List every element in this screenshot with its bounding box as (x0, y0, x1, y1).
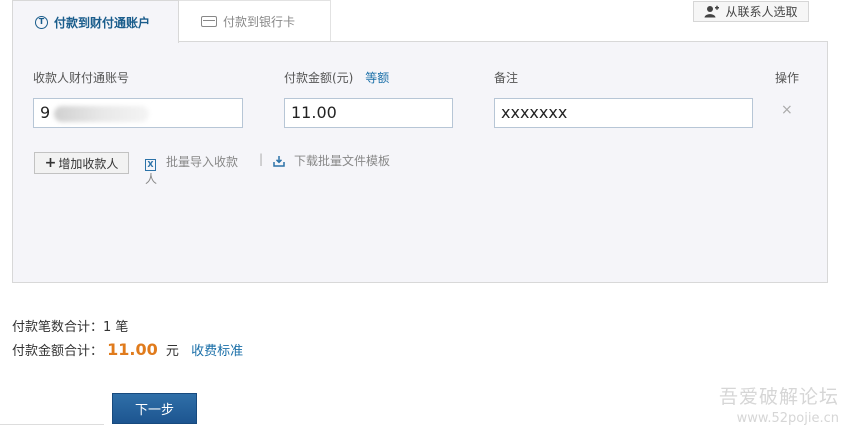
divider (0, 424, 104, 425)
total-unit: 元 (165, 344, 179, 359)
payment-total-summary: 付款金额合计： 11.00 元 收费标准 (12, 340, 243, 359)
tenpay-icon: T (35, 15, 48, 29)
count-value: 1 笔 (103, 320, 129, 335)
add-payee-button[interactable]: + 增加收款人 (34, 152, 129, 174)
bank-card-icon (201, 15, 217, 27)
excel-icon: X (145, 159, 156, 171)
select-from-contacts-label: 从联系人选取 (725, 5, 798, 19)
watermark-url: www.52pojie.cn (736, 411, 839, 426)
column-action-label: 操作 (775, 71, 800, 85)
plus-icon: + (44, 155, 57, 171)
watermark-title: 吾爱破解论坛 (718, 386, 839, 408)
equal-amount-link[interactable]: 等额 (365, 71, 389, 85)
count-label: 付款笔数合计： (12, 320, 104, 335)
column-account-label: 收款人财付通账号 (33, 71, 130, 85)
download-template-label: 下载批量文件模板 (294, 154, 391, 168)
add-payee-label: 增加收款人 (58, 156, 119, 171)
payment-tabs: T 付款到财付通账户 付款到银行卡 从联系人选取 (12, 0, 828, 43)
column-amount-label: 付款金额(元) 等额 (284, 69, 389, 86)
download-template-link[interactable]: 下载批量文件模板 (273, 152, 390, 169)
batch-import-link[interactable]: X 批量导入收款人 (145, 154, 245, 187)
amount-label-text: 付款金额(元) (284, 71, 354, 85)
tab-bank-card[interactable]: 付款到银行卡 (179, 0, 331, 41)
separator: | (259, 152, 264, 166)
account-redacted (54, 105, 150, 122)
tab-bank-card-label: 付款到银行卡 (223, 14, 296, 29)
total-amount: 11.00 (107, 340, 158, 359)
select-from-contacts-button[interactable]: 从联系人选取 (693, 1, 809, 22)
next-step-button[interactable]: 下一步 (112, 393, 197, 424)
batch-import-label: 批量导入收款人 (145, 155, 239, 186)
total-label: 付款金额合计： (12, 344, 104, 359)
column-note-label: 备注 (494, 71, 519, 85)
tab-tenpay-account[interactable]: T 付款到财付通账户 (12, 0, 179, 43)
tab-tenpay-label: 付款到财付通账户 (54, 15, 151, 30)
fee-standard-link[interactable]: 收费标准 (191, 344, 243, 359)
payee-account-input[interactable]: 9 (33, 98, 243, 128)
amount-input[interactable]: 11.00 (284, 98, 453, 128)
add-contact-icon (704, 5, 720, 18)
note-input[interactable]: xxxxxxx (494, 98, 753, 128)
download-icon (273, 155, 285, 167)
remove-row-icon[interactable]: × (781, 102, 793, 118)
payment-count-summary: 付款笔数合计：1 笔 (12, 316, 128, 335)
payee-form-panel: 收款人财付通账号 付款金额(元) 等额 备注 操作 9 11.00 xxxxxx… (12, 41, 828, 283)
account-prefix: 9 (40, 103, 51, 122)
watermark: 吾爱破解论坛 www.52pojie.cn (719, 382, 839, 426)
